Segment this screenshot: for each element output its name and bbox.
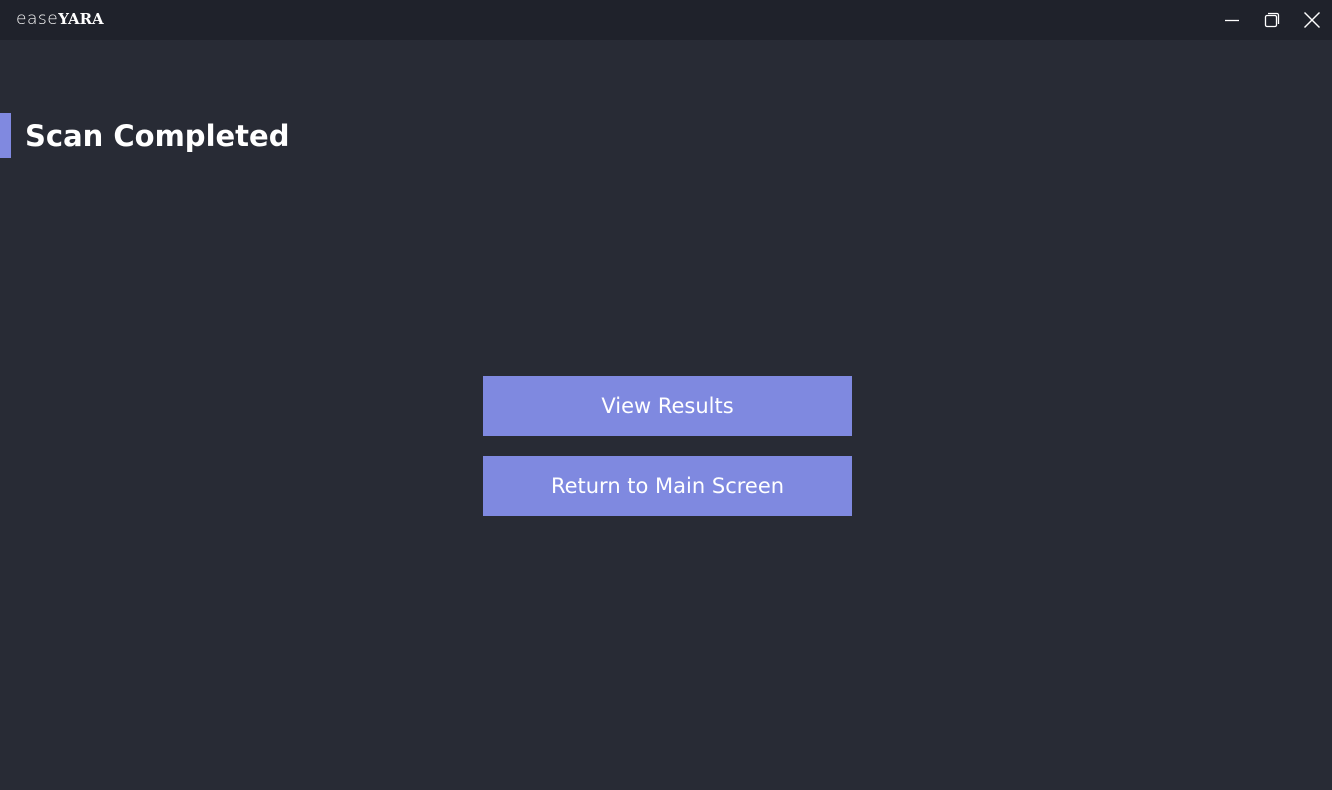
view-results-button[interactable]: View Results	[483, 376, 852, 436]
page-title: Scan Completed	[25, 119, 290, 153]
title-bar: easeYARA	[0, 0, 1332, 40]
close-button[interactable]	[1292, 0, 1332, 40]
close-icon	[1303, 11, 1321, 29]
minimize-icon	[1223, 11, 1241, 29]
app-title-ease: ease	[16, 9, 59, 29]
heading-accent-bar	[0, 113, 11, 158]
maximize-icon	[1263, 11, 1281, 29]
maximize-button[interactable]	[1252, 0, 1292, 40]
return-to-main-button[interactable]: Return to Main Screen	[483, 456, 852, 516]
app-title-yara: YARA	[58, 10, 104, 28]
app-title: easeYARA	[16, 9, 104, 29]
minimize-button[interactable]	[1212, 0, 1252, 40]
